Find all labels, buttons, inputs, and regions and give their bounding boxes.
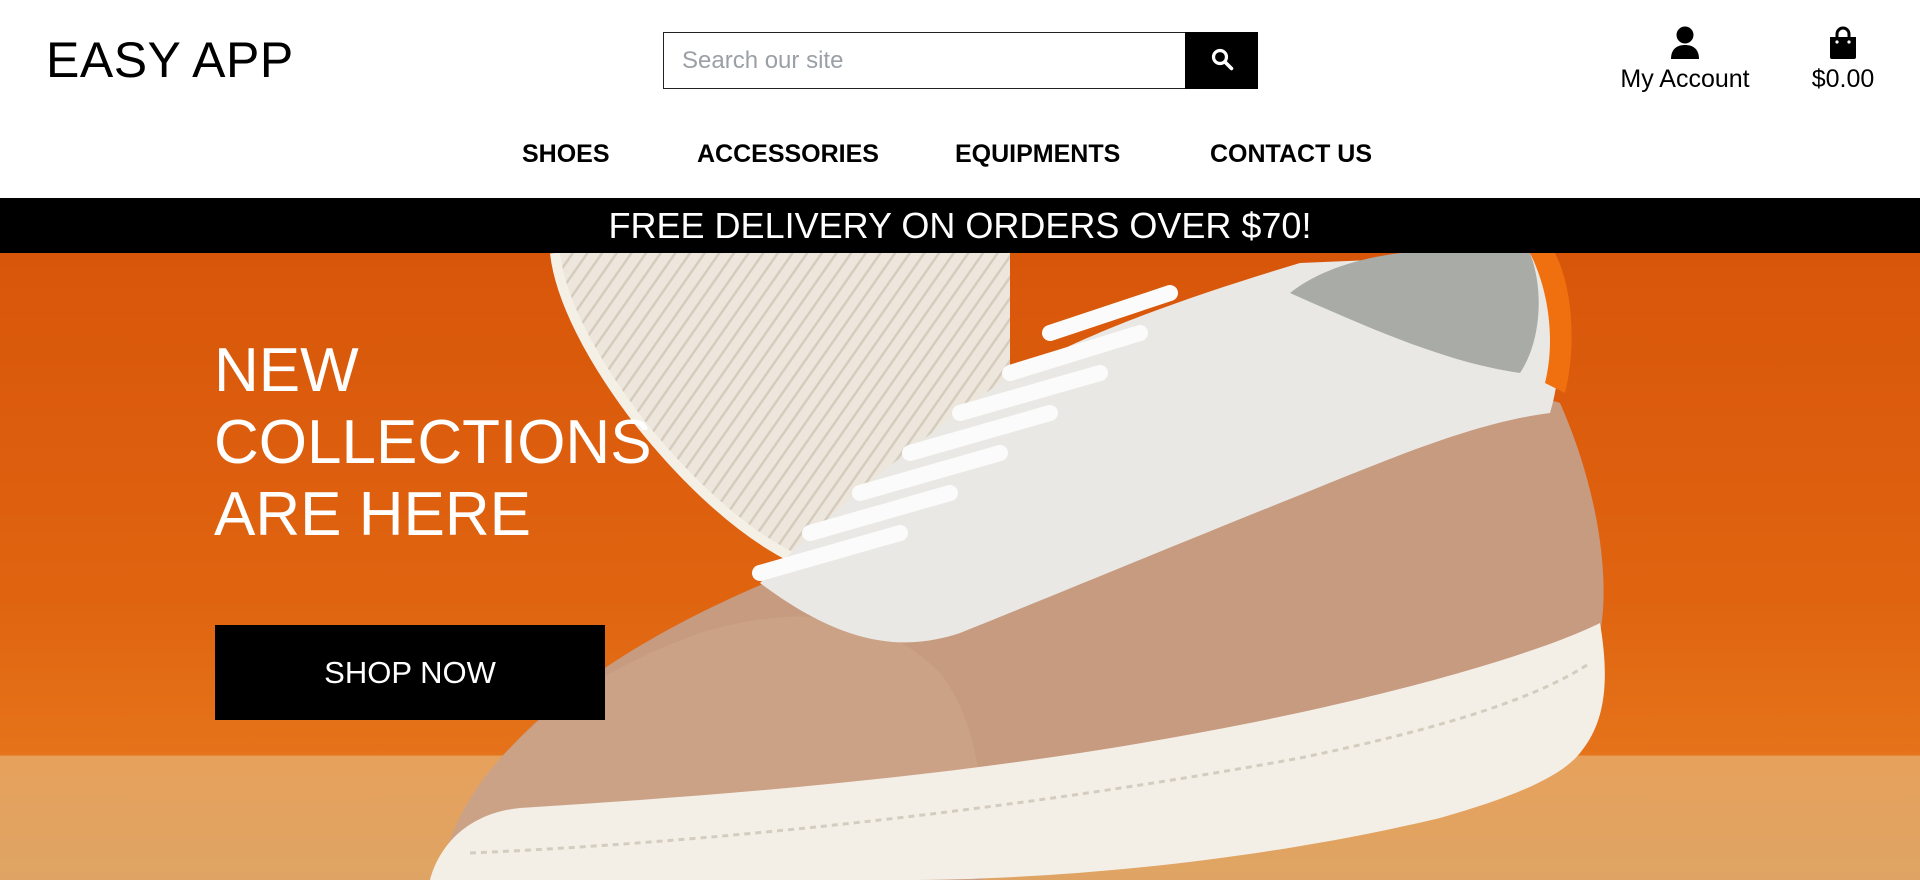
shopping-bag-icon bbox=[1800, 26, 1886, 60]
user-icon bbox=[1610, 26, 1760, 60]
hero-heading-line-3: ARE HERE bbox=[214, 480, 531, 549]
search-icon bbox=[1210, 47, 1234, 74]
my-account-link[interactable]: My Account bbox=[1610, 26, 1760, 96]
main-nav: SHOES ACCESSORIES EQUIPMENTS CONTACT US bbox=[0, 134, 1920, 174]
free-delivery-banner: FREE DELIVERY ON ORDERS OVER $70! bbox=[0, 198, 1920, 253]
site-header: EASY APP My Account bbox=[0, 0, 1920, 198]
hero-heading: NEW COLLECTIONS ARE HERE bbox=[214, 335, 814, 551]
hero-heading-line-1: NEW bbox=[214, 336, 359, 405]
nav-item-equipments[interactable]: EQUIPMENTS bbox=[955, 134, 1120, 174]
hero-heading-line-2: COLLECTIONS bbox=[214, 408, 652, 477]
hero-banner: NEW COLLECTIONS ARE HERE SHOP NOW bbox=[0, 253, 1920, 880]
cart-link[interactable]: $0.00 bbox=[1800, 26, 1886, 96]
shop-now-button[interactable]: SHOP NOW bbox=[215, 625, 605, 720]
nav-item-accessories[interactable]: ACCESSORIES bbox=[697, 134, 879, 174]
search-input[interactable] bbox=[663, 32, 1185, 89]
nav-item-shoes[interactable]: SHOES bbox=[522, 134, 610, 174]
my-account-label: My Account bbox=[1620, 65, 1750, 93]
cart-total: $0.00 bbox=[1811, 65, 1875, 93]
logo[interactable]: EASY APP bbox=[46, 30, 294, 90]
search-button[interactable] bbox=[1185, 32, 1258, 89]
search-form bbox=[663, 32, 1258, 89]
nav-item-contact-us[interactable]: CONTACT US bbox=[1210, 134, 1372, 174]
